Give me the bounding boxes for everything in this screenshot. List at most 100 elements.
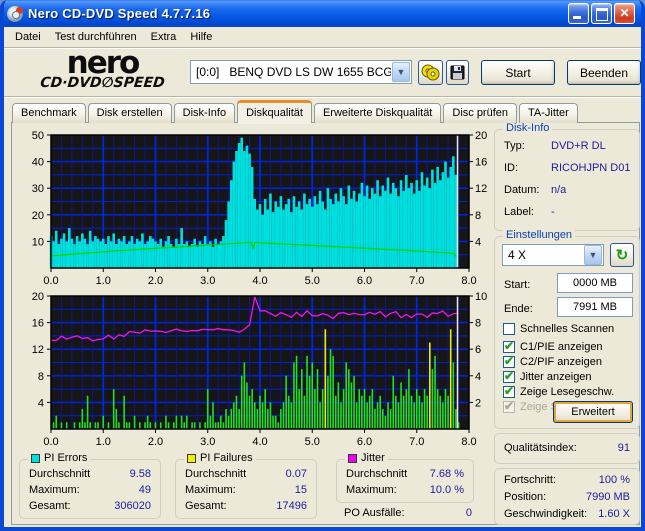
tab-disk-erstellen[interactable]: Disk erstellen	[87, 103, 172, 123]
pi-errors-stats-box: PI Errors Durchschnitt 9.58 Maximum: 49 Gesam…	[19, 452, 161, 519]
disk-info-row: ID: RICOHJPN D01	[504, 162, 631, 174]
quality-index-label: Qualitätsindex:	[504, 442, 577, 454]
svg-text:3.0: 3.0	[200, 275, 215, 287]
menu-item-hilfe[interactable]: Hilfe	[183, 29, 219, 45]
checkbox-icon	[503, 339, 515, 353]
chevron-down-icon[interactable]: ▼	[584, 245, 602, 265]
title-bar[interactable]: Nero CD-DVD Speed 4.7.7.16 ✕	[4, 0, 641, 27]
stat-row: Gesamt: 306020	[29, 500, 151, 512]
checkbox-icon	[503, 384, 515, 398]
svg-text:20: 20	[32, 210, 44, 222]
svg-text:4.0: 4.0	[252, 436, 267, 448]
svg-text:20: 20	[475, 130, 487, 142]
po-failures-row: PO Ausfälle: 0	[344, 507, 472, 519]
svg-text:20: 20	[32, 291, 44, 303]
svg-text:8: 8	[475, 210, 481, 222]
separator	[4, 96, 641, 98]
end-position-label: Ende:	[504, 303, 533, 315]
speed-select-value: 4 X	[508, 248, 527, 262]
svg-text:7.0: 7.0	[409, 275, 424, 287]
quit-button-label: Beenden	[579, 65, 629, 80]
stat-row: Maximum: 49	[29, 484, 151, 496]
disk-info-row: Typ: DVD+R DL	[504, 140, 606, 152]
start-button-label: Start	[505, 65, 531, 80]
svg-text:5.0: 5.0	[305, 436, 320, 448]
start-position-field[interactable]: 0000 MB	[557, 273, 633, 293]
tab-diskqualit-t[interactable]: Diskqualität	[237, 100, 312, 124]
menu-item-test-durchf-hren[interactable]: Test durchführen	[48, 29, 144, 45]
svg-text:8.0: 8.0	[461, 436, 476, 448]
pi-errors-color-swatch-icon	[31, 453, 40, 463]
settings-group: Einstellungen 4 X ▼ ↻ Start: 0000 MB End…	[494, 229, 640, 429]
svg-text:2.0: 2.0	[148, 275, 163, 287]
svg-text:0.0: 0.0	[43, 436, 58, 448]
drive-select-value: [0:0] BENQ DVD LS DW 1655 BCGB	[196, 65, 391, 79]
checkbox-zeige-lesegeschw[interactable]: Zeige Lesegeschw.	[503, 384, 614, 399]
save-button[interactable]	[446, 60, 469, 85]
progress-box: Fortschritt: 100 % Position: 7990 MB Geschwi…	[494, 468, 640, 525]
svg-text:0.0: 0.0	[43, 275, 58, 287]
svg-text:4.0: 4.0	[252, 275, 267, 287]
app-icon	[7, 5, 23, 22]
checkbox-c2-pif-anzeigen[interactable]: C2/PIF anzeigen	[503, 354, 602, 369]
stat-row: Maximum: 10.0 %	[346, 484, 464, 496]
svg-text:1.0: 1.0	[96, 275, 111, 287]
tab-disc-pr-fen[interactable]: Disc prüfen	[443, 103, 518, 123]
checkbox-icon	[503, 369, 515, 383]
tab-page-diskqualitaet: 10 20 30 40 50 4 8 12 16 20 0.0 1.0 2.0 3.0 4.0 5.0 6.0 7…	[11, 122, 640, 525]
checkbox-schnelles-scannen[interactable]: Schnelles Scannen	[503, 321, 614, 336]
quality-index-box: Qualitätsindex: 91	[494, 433, 640, 464]
disk-info-row: Datum: n/a	[504, 184, 567, 196]
menu-item-extra[interactable]: Extra	[144, 29, 184, 45]
svg-text:12: 12	[32, 344, 44, 356]
svg-text:4: 4	[38, 397, 44, 409]
start-position-value: 0000 MB	[572, 277, 618, 289]
quit-button[interactable]: Beenden	[567, 60, 641, 85]
speed-select[interactable]: 4 X ▼	[502, 244, 604, 266]
svg-text:2: 2	[475, 397, 481, 409]
save-icon	[450, 65, 465, 80]
cdvd-speed-logo-text: CD·DVD∅SPEED	[39, 75, 166, 91]
disk-info-caption: Disk-Info	[503, 122, 553, 134]
svg-text:12: 12	[475, 183, 487, 195]
tab-ta-jitter[interactable]: TA-Jitter	[519, 103, 578, 123]
pi-failures-stats-box: PI Failures Durchschnitt 0.07 Maximum: 15 Ges…	[175, 452, 317, 519]
pi-failures-jitter-chart: 481216202468100.0 1.0 2.0 3.0 4.0 5.0 6.0 7.0 8.…	[32, 291, 488, 448]
eject-disc-button[interactable]	[418, 60, 443, 85]
svg-text:7.0: 7.0	[409, 436, 424, 448]
po-failures-label: PO Ausfälle:	[344, 507, 405, 519]
minimize-button[interactable]	[568, 3, 589, 24]
stat-row: Maximum: 15	[185, 484, 307, 496]
stat-row: Durchschnitt 9.58	[29, 468, 151, 480]
drive-select[interactable]: [0:0] BENQ DVD LS DW 1655 BCGB ▼	[190, 60, 412, 84]
pi-failures-legend: PI Failures	[184, 452, 256, 464]
svg-text:6: 6	[475, 344, 481, 356]
checkbox-jitter-anzeigen[interactable]: Jitter anzeigen	[503, 369, 592, 384]
advanced-button[interactable]: Erweitert	[553, 401, 633, 423]
tab-erweiterte-diskqualit-t[interactable]: Erweiterte Diskqualität	[313, 103, 442, 123]
tab-benchmark[interactable]: Benchmark	[12, 103, 86, 123]
settings-caption: Einstellungen	[503, 229, 576, 241]
svg-text:8.0: 8.0	[461, 275, 476, 287]
stat-row: Durchschnitt 0.07	[185, 468, 307, 480]
refresh-button[interactable]: ↻	[610, 243, 634, 267]
svg-text:50: 50	[32, 130, 44, 142]
svg-text:10: 10	[475, 291, 487, 303]
maximize-button[interactable]	[591, 3, 612, 24]
svg-text:16: 16	[475, 157, 487, 169]
menu-item-datei[interactable]: Datei	[8, 29, 48, 45]
checkbox-c1-pie-anzeigen[interactable]: C1/PIE anzeigen	[503, 339, 603, 354]
svg-text:40: 40	[32, 157, 44, 169]
chevron-down-icon[interactable]: ▼	[392, 62, 410, 82]
app-window: Nero CD-DVD Speed 4.7.7.16 ✕ Datei Test d…	[0, 0, 645, 531]
end-position-field[interactable]: 7991 MB	[557, 297, 633, 317]
quality-index-value: 91	[617, 442, 630, 454]
start-button[interactable]: Start	[481, 60, 555, 85]
po-failures-value: 0	[465, 507, 472, 519]
menu-bar: Datei Test durchführen Extra Hilfe	[4, 27, 641, 47]
svg-text:4: 4	[475, 371, 481, 383]
discs-icon	[421, 64, 440, 81]
tab-disk-info[interactable]: Disk-Info	[173, 103, 236, 123]
close-button[interactable]: ✕	[614, 3, 635, 24]
svg-text:2.0: 2.0	[148, 436, 163, 448]
